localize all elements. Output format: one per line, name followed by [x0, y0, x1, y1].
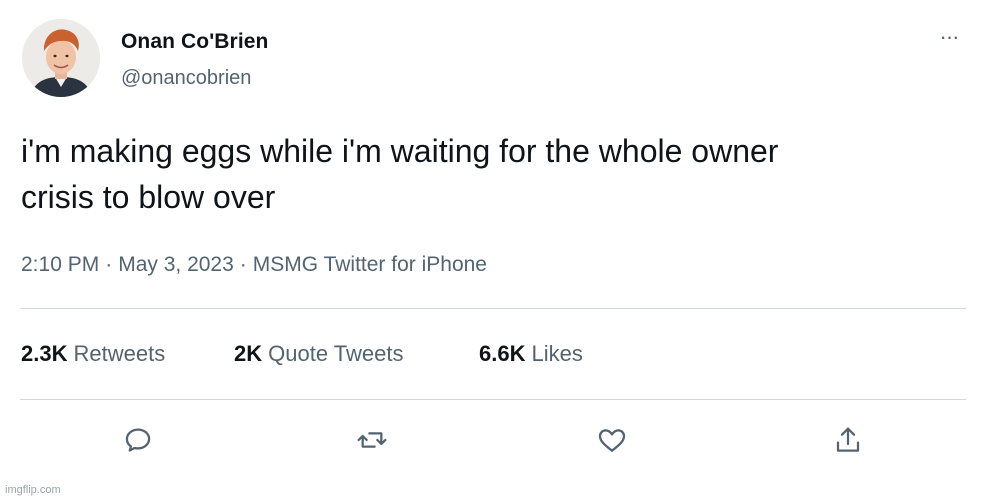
retweet-icon	[357, 432, 387, 448]
more-icon: ···	[939, 24, 960, 49]
tweet-card: Onan Co'Brien @onancobrien ··· i'm makin…	[0, 0, 986, 500]
share-button[interactable]	[828, 420, 868, 460]
reply-button[interactable]	[118, 420, 158, 460]
reply-icon	[125, 428, 151, 452]
retweets-stat[interactable]: 2.3K Retweets	[21, 341, 165, 367]
meta-separator: ·	[105, 253, 113, 276]
quote-tweets-stat[interactable]: 2K Quote Tweets	[234, 341, 403, 367]
tweet-text-line: i'm making eggs while i'm waiting for th…	[21, 133, 779, 169]
divider	[20, 308, 966, 309]
likes-count: 6.6K	[479, 341, 526, 366]
tweet-metadata: 2:10 PM · May 3, 2023 · MSMG Twitter for iPh…	[21, 253, 487, 277]
quote-tweets-count: 2K	[234, 341, 263, 366]
retweets-label: Retweets	[73, 341, 166, 366]
tweet-time[interactable]: 2:10 PM	[21, 253, 99, 276]
tweet-text-line: crisis to blow over	[21, 179, 276, 215]
tweet-text: i'm making eggs while i'm waiting for th…	[21, 128, 961, 220]
more-options-button[interactable]: ···	[930, 26, 968, 48]
meta-separator: ·	[239, 253, 247, 276]
tweet-date[interactable]: May 3, 2023	[118, 253, 234, 276]
like-icon	[598, 429, 626, 452]
tweet-source[interactable]: MSMG Twitter for iPhone	[253, 253, 487, 276]
author-handle[interactable]: @onancobrien	[121, 67, 251, 90]
retweet-button[interactable]	[352, 420, 392, 460]
likes-label: Likes	[531, 341, 583, 366]
share-icon	[836, 427, 860, 452]
author-display-name[interactable]: Onan Co'Brien	[121, 30, 268, 54]
avatar[interactable]	[22, 19, 100, 97]
imgflip-watermark: imgflip.com	[5, 484, 61, 496]
divider	[20, 399, 966, 400]
likes-stat[interactable]: 6.6K Likes	[479, 341, 583, 367]
like-button[interactable]	[592, 420, 632, 460]
quote-tweets-label: Quote Tweets	[268, 341, 404, 366]
retweets-count: 2.3K	[21, 341, 68, 366]
